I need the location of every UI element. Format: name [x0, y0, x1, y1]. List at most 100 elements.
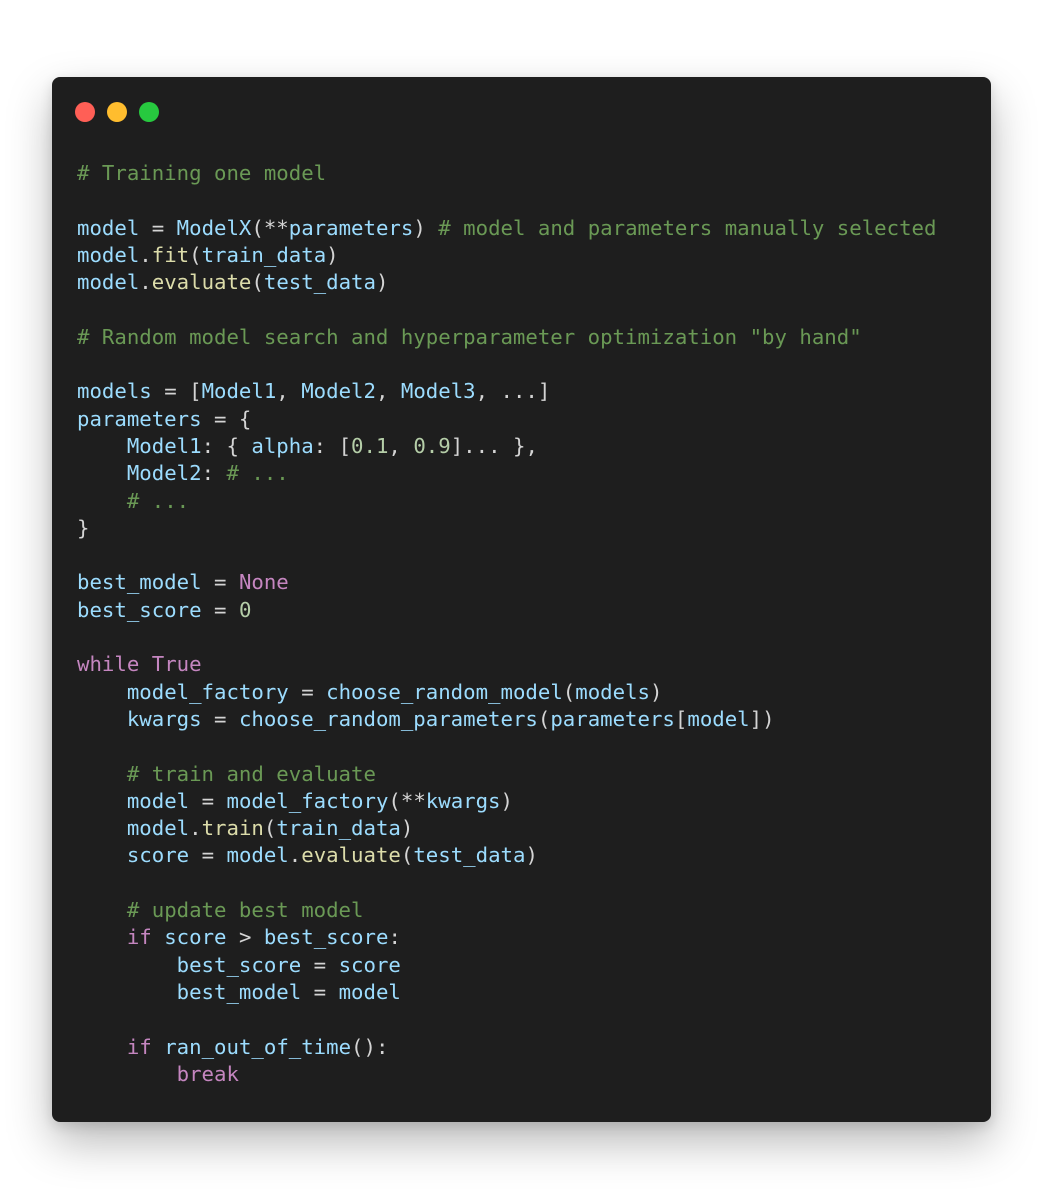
token-op: =	[201, 597, 239, 622]
token-fn: fit	[151, 242, 190, 267]
token-op: =	[201, 570, 239, 595]
token-op	[77, 1062, 177, 1086]
code-line: # Training one model	[77, 160, 936, 187]
token-op: )	[649, 679, 663, 704]
token-num: 0	[238, 597, 252, 622]
maximize-button[interactable]	[139, 102, 159, 122]
token-op: .	[189, 816, 202, 841]
token-kw: while	[77, 652, 140, 677]
token-var: parameters	[550, 706, 675, 731]
token-op: :	[388, 925, 401, 950]
code-line: best_model = None	[77, 569, 936, 596]
code-line: break	[77, 1061, 936, 1088]
token-op: =	[139, 215, 177, 240]
token-var: model	[126, 788, 190, 813]
token-var: test_data	[263, 270, 376, 295]
token-op	[77, 898, 127, 922]
token-op: ])	[749, 706, 775, 731]
token-kw: None	[238, 570, 289, 595]
token-kw: if	[126, 925, 152, 950]
token-var: train_data	[201, 242, 327, 267]
token-var: model	[77, 242, 140, 267]
token-var: score	[338, 952, 401, 977]
code-line: score = model.evaluate(test_data)	[77, 842, 936, 869]
token-op: (**	[251, 215, 289, 240]
token-var: model	[126, 816, 190, 841]
token-op: =	[288, 679, 327, 704]
token-fn: evaluate	[151, 270, 252, 295]
token-var: model	[226, 843, 289, 868]
token-op: )	[400, 816, 414, 841]
token-var: models	[77, 379, 152, 404]
code-line: models = [Model1, Model2, Model3, ...]	[77, 378, 936, 405]
token-var: models	[575, 679, 650, 704]
token-op	[77, 843, 127, 867]
token-op: =	[301, 979, 339, 1004]
token-op	[139, 652, 151, 676]
token-op: = {	[201, 406, 252, 431]
token-var: kwargs	[126, 706, 202, 731]
token-op: .	[288, 843, 302, 868]
token-op: )	[525, 843, 538, 868]
code-line: }	[77, 515, 936, 542]
token-var: best_model	[77, 570, 202, 595]
code-line: # Random model search and hyperparameter…	[77, 324, 936, 351]
token-var: score	[126, 843, 190, 868]
code-line: kwargs = choose_random_parameters(parame…	[77, 706, 936, 733]
token-op	[77, 434, 127, 458]
code-line: model = model_factory(**kwargs)	[77, 788, 936, 815]
token-op: )	[375, 270, 389, 295]
token-op: =	[189, 843, 227, 868]
token-op	[77, 980, 177, 1004]
code-block: # Training one model model = ModelX(**par…	[77, 160, 936, 1088]
token-op: )	[500, 788, 513, 813]
code-line: # ...	[77, 488, 936, 515]
token-op	[77, 953, 177, 977]
token-var: choose_random_parameters	[238, 706, 538, 731]
close-button[interactable]	[75, 102, 95, 122]
token-kw: break	[176, 1061, 239, 1086]
token-op: [	[674, 706, 688, 731]
token-comment: # model and parameters manually selected	[438, 215, 937, 240]
token-var: model	[77, 215, 140, 240]
token-fn: train	[201, 816, 264, 841]
token-op: : {	[201, 433, 252, 458]
token-var: ModelX	[176, 215, 252, 240]
token-comment: # update best model	[126, 898, 364, 923]
token-num: 0.9	[413, 433, 451, 458]
code-line: model.evaluate(test_data)	[77, 269, 936, 296]
token-comment: # train and evaluate	[126, 761, 376, 786]
code-line: model.train(train_data)	[77, 815, 936, 842]
code-line: if ran_out_of_time():	[77, 1034, 936, 1061]
token-comment: # Random model search and hyperparameter…	[77, 324, 862, 349]
token-op: (	[562, 679, 576, 704]
code-line: best_score = score	[77, 952, 936, 979]
token-op	[77, 489, 127, 513]
token-var: model_factory	[226, 788, 389, 813]
token-op: ,	[388, 433, 414, 458]
token-op: )	[413, 215, 439, 240]
token-op: : [	[313, 433, 352, 458]
token-var: alpha	[251, 433, 314, 458]
token-op	[77, 707, 127, 731]
token-var: Model1	[126, 433, 202, 458]
token-op	[77, 1035, 127, 1059]
code-line: if score > best_score:	[77, 924, 936, 951]
token-var: ran_out_of_time	[164, 1034, 352, 1059]
token-op: >	[226, 925, 264, 950]
token-var: parameters	[288, 215, 414, 240]
minimize-button[interactable]	[107, 102, 127, 122]
token-op: =	[201, 706, 239, 731]
token-op: .	[139, 270, 152, 295]
token-var: best_score	[77, 597, 202, 622]
token-op: ,	[276, 379, 302, 404]
token-comment: # Training one model	[77, 161, 327, 185]
code-line: model_factory = choose_random_model(mode…	[77, 679, 936, 706]
token-op	[77, 925, 127, 949]
token-var: score	[164, 925, 227, 950]
token-op	[152, 925, 164, 949]
token-var: Model2	[126, 461, 202, 486]
